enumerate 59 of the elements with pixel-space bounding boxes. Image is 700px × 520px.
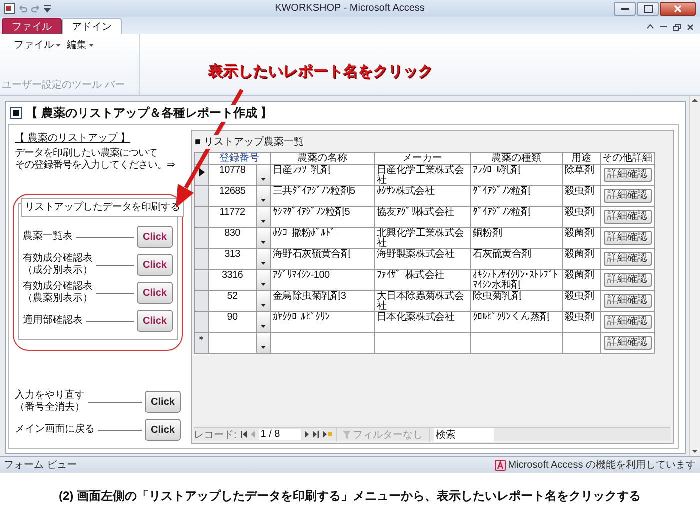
ribbon-menu[interactable]: 編集 — [67, 38, 94, 52]
report-label: 適用部確認表 — [23, 315, 83, 327]
group-label: ユーザー設定のツール バー — [2, 78, 126, 92]
caption: (2) 画面左側の「リストアップしたデータを印刷する」メニューから、表示したいレポート名をクリックする — [58, 488, 642, 505]
detail-button[interactable]: 詳細確認 — [604, 273, 652, 287]
column-header: メーカー — [375, 153, 471, 165]
detail-button[interactable]: 詳細確認 — [604, 189, 652, 203]
record-label: レコード: — [194, 428, 237, 442]
table-cell: 海野製薬株式会社 — [375, 249, 471, 270]
column-header: 農薬の名称 — [271, 153, 375, 165]
ribbon-tab[interactable]: ファイル — [2, 18, 62, 34]
status-text: フォーム ビュー — [4, 459, 77, 472]
click-button[interactable]: Click — [137, 226, 173, 248]
report-label: （農薬別表示） — [23, 293, 93, 305]
callout-text: 表示したいレポート名をクリック — [208, 62, 433, 81]
click-button[interactable]: Click — [137, 254, 173, 276]
report-label: 有効成分確認表 — [23, 281, 93, 292]
table-cell: ｶﾔｸｸﾛｰﾙﾋﾟｸﾘﾝ — [271, 312, 375, 333]
click-button[interactable]: Click — [145, 419, 181, 441]
table-cell: 協友ｱｸﾞﾘ株式会社 — [375, 207, 471, 228]
detail-button[interactable]: 詳細確認 — [604, 252, 652, 266]
section-heading: 【 農薬のリストアップ 】 — [15, 132, 132, 145]
table-cell: 大日本除蟲菊株式会社 — [375, 291, 471, 312]
status-text: Microsoft Access の機能を利用しています — [508, 458, 696, 472]
table-cell: 日本化薬株式会社 — [375, 312, 471, 333]
table-cell: ﾎｸｺｰ撒粉ﾎﾞﾙﾄﾞｰ — [271, 228, 375, 249]
window-title: KWORKSHOP - Microsoft Access — [274, 3, 426, 14]
column-header: その他詳細 — [601, 153, 655, 165]
table-cell: ﾎｸｻﾝ株式会社 — [375, 186, 471, 207]
click-button[interactable]: Click — [137, 310, 173, 332]
table-cell: ｱｸﾞﾘﾏｲｼﾝ-100 — [271, 270, 375, 291]
column-header: 用途 — [563, 153, 601, 165]
ribbon-menu[interactable]: ファイル — [14, 38, 61, 52]
detail-button[interactable]: 詳細確認 — [604, 336, 652, 350]
click-button[interactable]: Click — [145, 391, 181, 413]
ribbon-tab[interactable]: アドイン — [62, 18, 122, 34]
table-cell: 北興化学工業株式会社 — [375, 228, 471, 249]
table-cell: ｵｷｼﾃﾄﾗｻｲｸﾘﾝ･ｽﾄﾚﾌﾟﾄﾏｲｼﾝ水和剤 — [471, 270, 563, 291]
instructions: その登録番号を入力してください。⇒ — [15, 160, 175, 172]
instructions: データを印刷したい農薬について — [15, 148, 158, 160]
subform-title: ■ リストアップ農薬一覧 — [195, 135, 304, 149]
detail-button[interactable]: 詳細確認 — [604, 210, 652, 224]
detail-button[interactable]: 詳細確認 — [604, 294, 652, 308]
column-header: 農薬の種類 — [471, 153, 563, 165]
column-header: 登録番号 — [209, 153, 271, 165]
report-label: 農薬一覧表 — [23, 231, 73, 243]
report-label: （番号全消去） — [15, 402, 85, 414]
new-row-marker: ＊ — [195, 333, 209, 354]
report-label: （成分別表示） — [23, 265, 93, 277]
detail-button[interactable]: 詳細確認 — [604, 168, 652, 182]
report-label: メイン画面に戻る — [15, 424, 95, 436]
table-cell: ﾌｧｲｻﾞｰ株式会社 — [375, 270, 471, 291]
search-field[interactable]: 検索 — [434, 428, 494, 442]
detail-button[interactable]: 詳細確認 — [604, 231, 652, 245]
click-button[interactable]: Click — [137, 282, 173, 304]
report-label: 有効成分確認表 — [23, 253, 93, 264]
detail-button[interactable]: 詳細確認 — [604, 315, 652, 329]
record-position-field[interactable]: 1 / 8 — [258, 429, 301, 440]
report-label: 入力をやり直す — [15, 390, 85, 402]
